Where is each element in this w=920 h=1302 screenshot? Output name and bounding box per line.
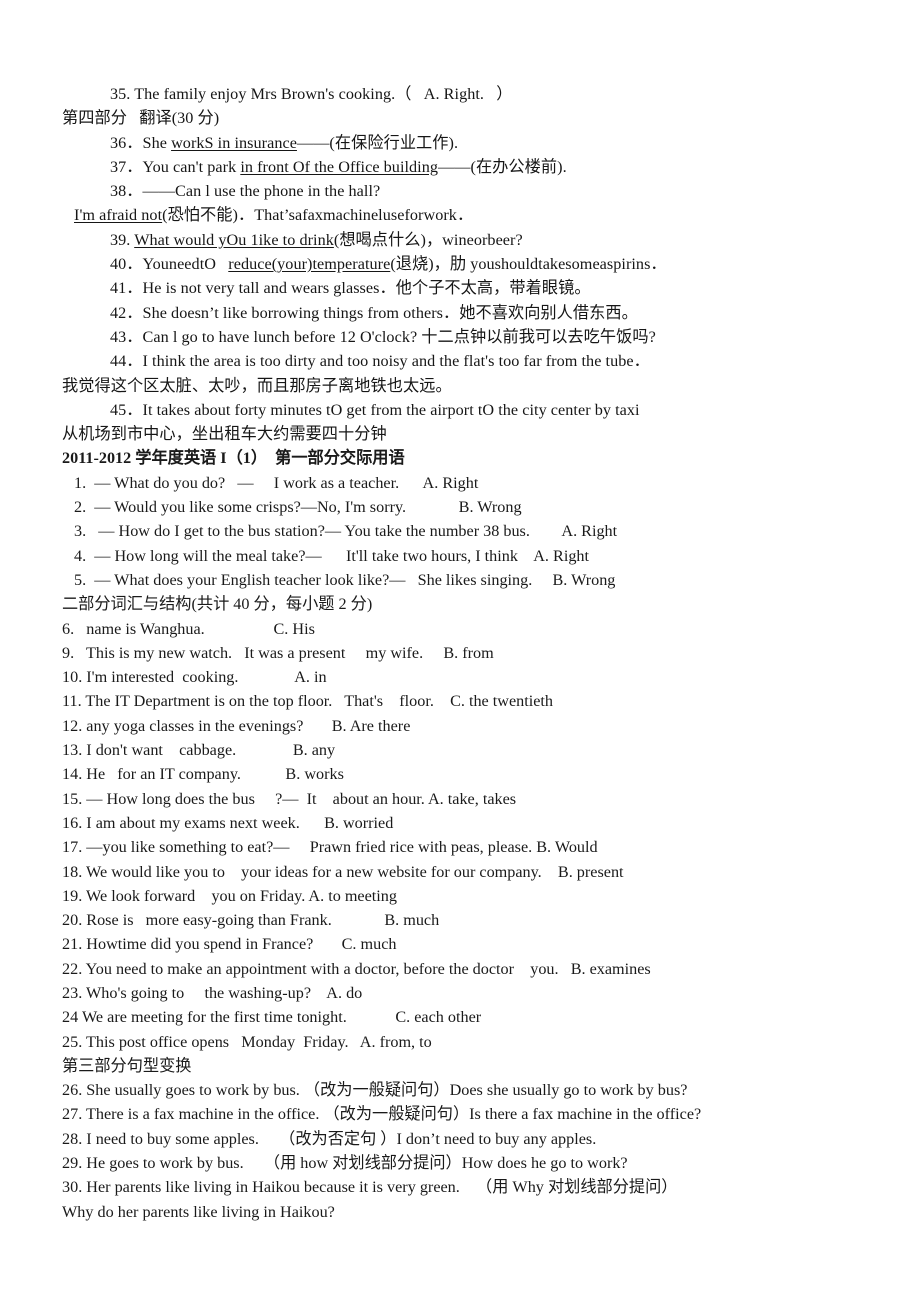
question-39: 39. What would yOu 1ike to drink(想喝点什么)，… [62, 228, 862, 252]
part-three-item-29: 29. He goes to work by bus. （用 how 对划线部分… [62, 1154, 628, 1173]
part-two-item-17: 17. —you like something to eat?— Prawn f… [62, 838, 598, 857]
question-35: 35. The family enjoy Mrs Brown's cooking… [110, 85, 513, 103]
part-two-item-16: 16. I am about my exams next week. B. wo… [62, 813, 394, 832]
part-two-item-12: 12. any yoga classes in the evenings? B.… [62, 716, 411, 735]
part-two-item-11: 11. The IT Department is on the top floo… [62, 692, 554, 711]
part-three-item-26: 26. She usually goes to work by bus. （改为… [62, 1081, 688, 1100]
part-three-item-30: 30. Her parents like living in Haikou be… [62, 1178, 678, 1197]
part-two-item-19: 19. We look forward you on Friday. A. to… [62, 886, 397, 905]
question-40-answer: reduce(your)temperature [228, 255, 391, 274]
part-two-item-22: 22. You need to make an appointment with… [62, 959, 651, 978]
question-36: 36．She workS in insurance——(在保险行业工作). [62, 131, 862, 155]
part-one-item-3: 3. — How do I get to the bus station?— Y… [74, 522, 618, 541]
question-40: 40．YouneedtO reduce(your)temperature(退烧)… [62, 252, 862, 276]
question-37-answer: in front Of the Office building [240, 157, 439, 176]
question-43: 43．Can l go to have lunch before 12 O'cl… [110, 327, 656, 346]
question-38-suffix: (恐怕不能)．That’safaxmachineluseforwork． [162, 206, 474, 225]
part-one-heading: 2011-2012 学年度英语 I（1） 第一部分交际用语 [62, 449, 405, 468]
question-38-answer: I'm afraid not [74, 206, 163, 225]
part-two-item-15: 15. — How long does the bus ?— It about … [62, 789, 517, 808]
part-two-heading: 二部分词汇与结构(共计 40 分，每小题 2 分) [62, 595, 373, 614]
part-two-item-9: 9. This is my new watch. It was a presen… [62, 643, 494, 662]
question-39-answer: What would yOu 1ike to drink [134, 230, 334, 249]
part-one-item-5: 5. — What does your English teacher look… [74, 570, 616, 589]
question-36-answer: workS in insurance [171, 133, 297, 152]
question-38: 38．——Can l use the phone in the hall? [110, 182, 381, 201]
part-three-item-27: 27. There is a fax machine in the office… [62, 1105, 702, 1124]
part-two-item-21: 21. Howtime did you spend in France? C. … [62, 935, 397, 954]
scanned-page: 35. The family enjoy Mrs Brown's cooking… [0, 0, 920, 1302]
part-two-item-24: 24 We are meeting for the first time ton… [62, 1008, 482, 1027]
question-44: 44．I think the area is too dirty and too… [110, 352, 650, 371]
part-three-item-28: 28. I need to buy some apples. （改为否定句 ）I… [62, 1129, 597, 1148]
question-38-answer-line: I'm afraid not(恐怕不能)．That’safaxmachinelu… [62, 203, 862, 227]
part-three-heading: 第三部分句型变换 [62, 1056, 192, 1075]
part-two-item-13: 13. I don't want cabbage. B. any [62, 741, 336, 760]
question-42: 42．She doesn’t like borrowing things fro… [110, 303, 638, 322]
part-two-item-10: 10. I'm interested cooking. A. in [62, 668, 327, 687]
part-two-item-14: 14. He for an IT company. B. works [62, 765, 344, 784]
question-36-suffix: ——(在保险行业工作). [296, 133, 459, 152]
part-one-item-2: 2. — Would you like some crisps?—No, I'm… [74, 498, 522, 517]
part-one-item-1: 1. — What do you do? — I work as a teach… [74, 473, 479, 492]
question-44-translation: 我觉得这个区太脏、太吵，而且那房子离地铁也太远。 [62, 376, 452, 395]
part-two-item-20: 20. Rose is more easy-going than Frank. … [62, 911, 440, 930]
question-45: 45．It takes about forty minutes tO get f… [110, 400, 640, 419]
part-one-item-4: 4. — How long will the meal take?— It'll… [74, 546, 590, 565]
question-45-translation: 从机场到市中心，坐出租车大约需要四十分钟 [62, 425, 387, 444]
part-two-item-23: 23. Who's going to the washing-up? A. do [62, 983, 363, 1002]
part-two-item-25: 25. This post office opens Monday Friday… [62, 1032, 432, 1051]
document-body: 35. The family enjoy Mrs Brown's cooking… [62, 82, 862, 1224]
question-39-suffix: (想喝点什么)，wineorbeer? [333, 230, 523, 249]
part-three-item-30-answer: Why do her parents like living in Haikou… [62, 1202, 335, 1221]
question-40-prefix: 40．YouneedtO [110, 255, 229, 274]
part-two-item-18: 18. We would like you to your ideas for … [62, 862, 624, 881]
question-37-suffix: ——(在办公楼前). [438, 157, 567, 176]
question-41: 41．He is not very tall and wears glasses… [110, 279, 591, 298]
part-four-heading: 第四部分 翻译(30 分) [62, 109, 220, 128]
question-37: 37．You can't park in front Of the Office… [62, 155, 862, 179]
question-37-prefix: 37．You can't park [110, 157, 241, 176]
question-40-suffix: (退烧)，肋 youshouldtakesomeaspirins． [390, 255, 667, 274]
part-two-item-6: 6. name is Wanghua. C. His [62, 619, 315, 638]
question-36-prefix: 36．She [110, 133, 172, 152]
question-39-prefix: 39. [110, 230, 135, 249]
